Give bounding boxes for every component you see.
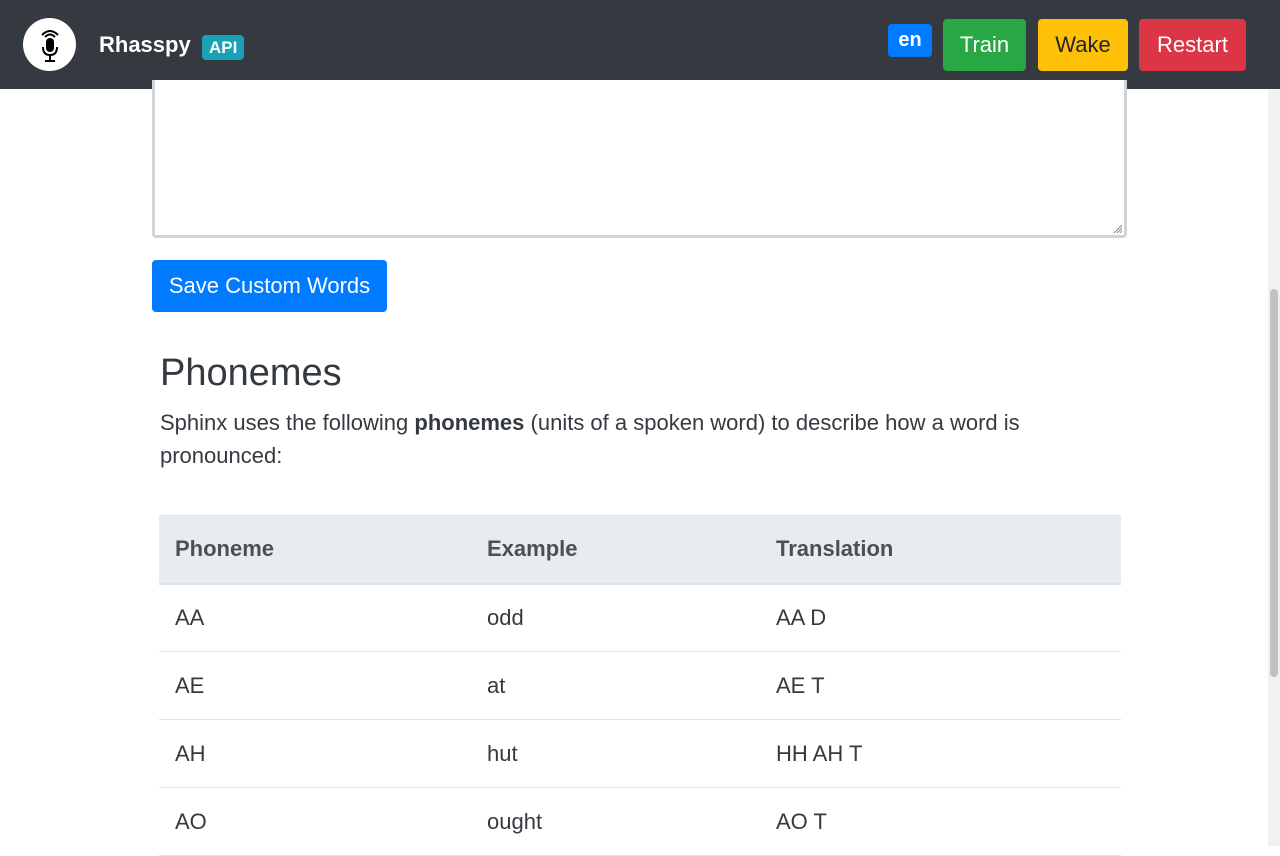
desc-text-before: Sphinx uses the following [160,410,415,435]
table-row: AE at AE T [159,651,1121,720]
phoneme-cell: AA [159,583,471,652]
translation-cell: AO T [760,787,1121,856]
example-cell: ought [471,787,760,856]
table-header-row: Phoneme Example Translation [159,515,1121,585]
translation-cell: HH AH T [760,719,1121,788]
phoneme-cell: AE [159,651,471,720]
column-header-example: Example [471,515,760,585]
table-row: AO ought AO T [159,787,1121,856]
desc-bold-term: phonemes [414,410,525,435]
phonemes-description: Sphinx uses the following phonemes (unit… [160,406,1060,472]
phoneme-cell: AO [159,787,471,856]
save-custom-words-button[interactable]: Save Custom Words [152,260,387,312]
phoneme-cell: AH [159,719,471,788]
phonemes-heading: Phonemes [160,352,342,394]
table-row: AA odd AA D [159,583,1121,652]
api-badge[interactable]: API [202,35,245,60]
rhasspy-logo[interactable] [23,18,76,71]
phoneme-table: Phoneme Example Translation AA odd AA D … [159,515,1121,856]
translation-cell: AA D [760,583,1121,652]
restart-button[interactable]: Restart [1139,19,1246,71]
microphone-icon [40,29,59,62]
translation-cell: AE T [760,651,1121,720]
table-row: AH hut HH AH T [159,719,1121,788]
example-cell: hut [471,719,760,788]
column-header-translation: Translation [760,515,1121,585]
language-badge: en [888,24,932,57]
train-button[interactable]: Train [943,19,1026,71]
page-scrollbar[interactable] [1268,89,1280,846]
example-cell: odd [471,583,760,652]
wake-button[interactable]: Wake [1038,19,1128,71]
custom-words-textarea[interactable] [152,80,1127,238]
brand-link[interactable]: Rhasspy [99,32,191,58]
top-navbar: Rhasspy API en Train Wake Restart [0,0,1280,89]
example-cell: at [471,651,760,720]
scrollbar-thumb[interactable] [1270,289,1278,677]
resize-handle-icon[interactable] [1112,223,1122,233]
column-header-phoneme: Phoneme [159,515,471,585]
